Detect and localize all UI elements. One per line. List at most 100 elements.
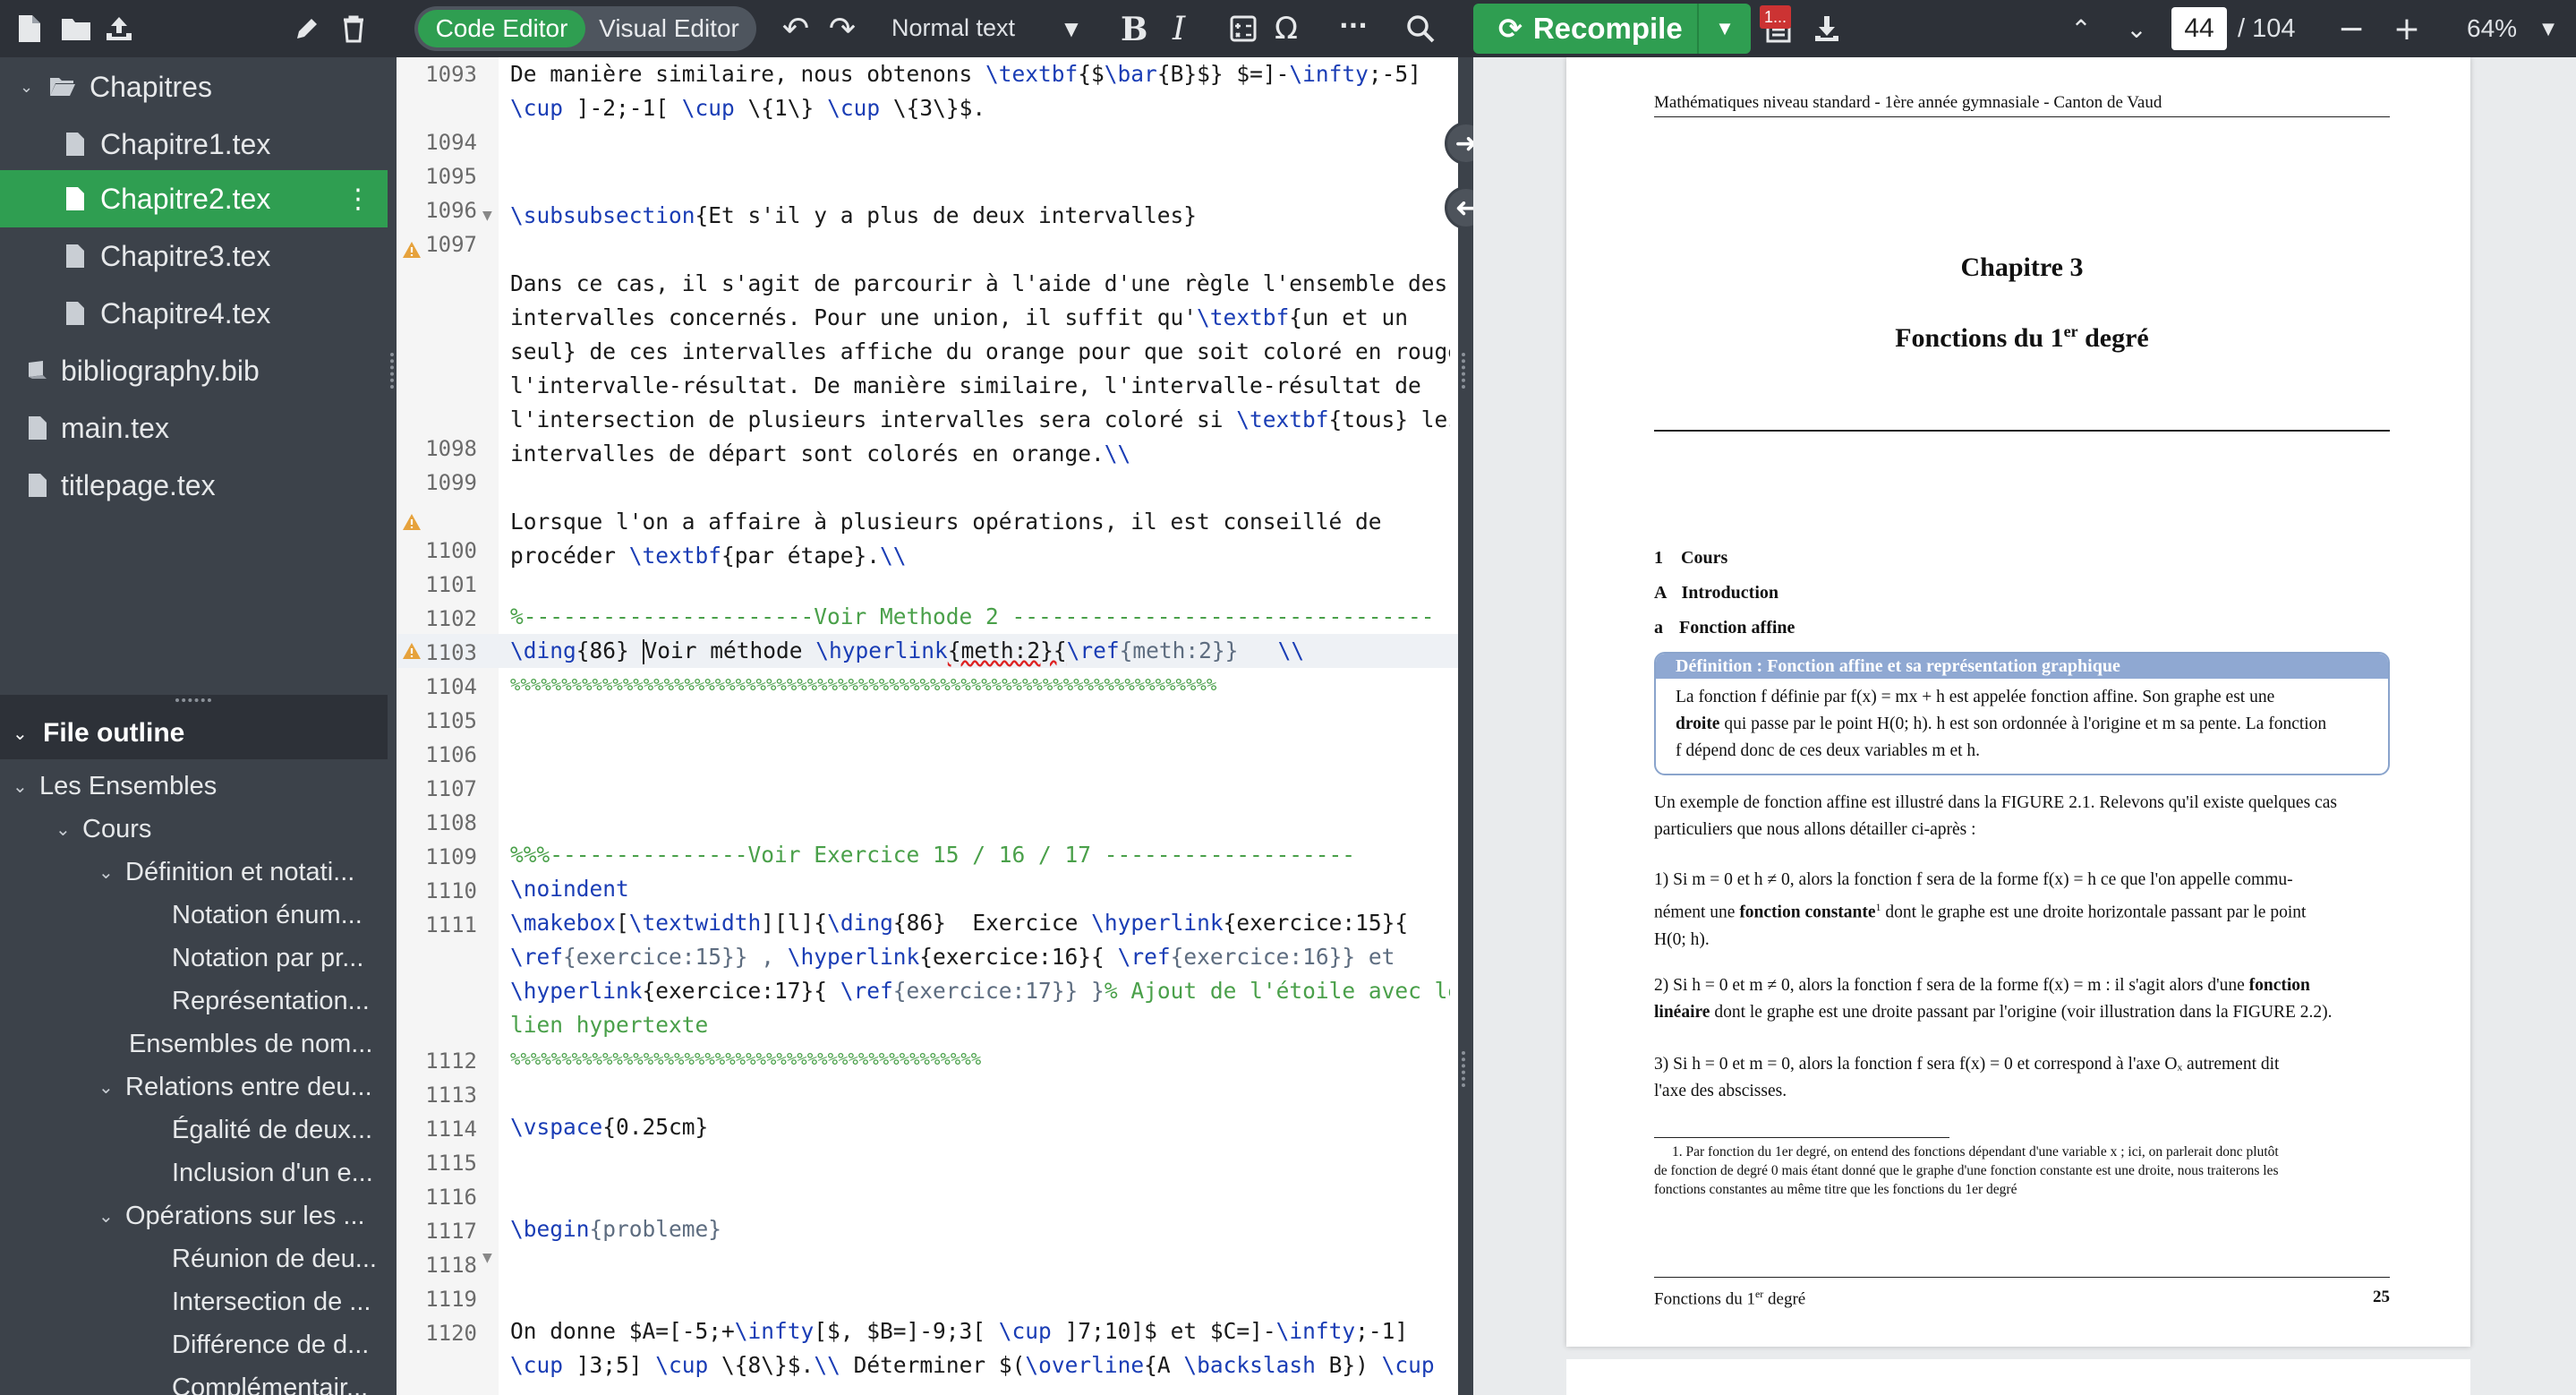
line-number: 1113 <box>425 1083 477 1108</box>
refresh-icon: ⟳ <box>1498 12 1523 46</box>
file-icon <box>57 301 93 326</box>
warning-icon[interactable] <box>402 634 422 668</box>
sidebar-resize-handle[interactable] <box>388 57 397 1395</box>
definition-box: Définition : Fonction affine et sa repré… <box>1654 652 2390 775</box>
warning-icon[interactable] <box>402 233 422 267</box>
paragraph: 1) Si m = 0 et h ≠ 0, alors la fonction … <box>1654 870 2307 949</box>
line-number: 1118 <box>425 1253 477 1278</box>
outline-item[interactable]: Représentation... <box>172 980 370 1023</box>
line-number <box>397 329 477 364</box>
folder-open-icon <box>45 76 81 98</box>
outline-item[interactable]: Notation par pr... <box>172 937 363 980</box>
code-line: \hyperlink{exercice:17}{ \ref{exercice:1… <box>510 978 1450 1004</box>
chapter-title: Fonctions du 1er degré <box>1895 322 2149 353</box>
search-icon[interactable] <box>1396 0 1445 57</box>
zoom-out-icon[interactable]: − <box>2327 0 2376 57</box>
subsection-heading: A Introduction <box>1654 583 1778 603</box>
warning-icon[interactable] <box>402 505 422 539</box>
file-main[interactable]: main.tex <box>0 399 388 457</box>
header-rule <box>1654 116 2390 117</box>
file-chapitre4[interactable]: Chapitre4.tex <box>0 285 388 342</box>
code-line: Dans ce cas, il s'agit de parcourir à l'… <box>510 270 1448 296</box>
code-editor-tab[interactable]: Code Editor <box>418 10 585 47</box>
file-chapitre3[interactable]: Chapitre3.tex <box>0 227 388 285</box>
folder-chapitres[interactable]: ⌄ Chapitres <box>0 58 388 116</box>
chevron-down-icon[interactable]: ⌄ <box>13 723 43 744</box>
previous-page-icon[interactable]: ⌃ <box>2057 0 2105 57</box>
code-editor[interactable]: 1093 1094 1095 1096 1097 1098 1099 1100 1101 1102… <box>397 57 1458 1395</box>
fold-arrow-icon[interactable]: ▼ <box>482 199 492 233</box>
file-tree: ⌄ Chapitres Chapitre1.tex Chapitre2.tex … <box>0 57 388 695</box>
file-outline-header[interactable]: ⌄ File outline <box>0 707 388 759</box>
line-number: 1102 <box>425 606 477 631</box>
line-number: 1104 <box>425 674 477 699</box>
code-line: \begin{probleme} <box>510 1216 722 1242</box>
next-page-icon[interactable]: ⌄ <box>2112 0 2161 57</box>
outline-item[interactable]: ⌄ Cours <box>55 808 151 851</box>
file-titlepage[interactable]: titlepage.tex <box>0 457 388 514</box>
line-number: 1101 <box>425 572 477 597</box>
code-line: Lorsque l'on a affaire à plusieurs opéra… <box>510 509 1382 535</box>
code-line: lien hypertexte <box>510 1012 709 1038</box>
rename-pencil-icon[interactable] <box>283 0 331 57</box>
text-style-select[interactable]: Normal text <box>891 14 1015 42</box>
panel-resize-handle[interactable] <box>0 695 388 707</box>
recompile-button[interactable]: ⟳ Recompile ▼ <box>1473 4 1751 54</box>
outline-item[interactable]: Ensembles de nom... <box>129 1023 372 1066</box>
insert-math-icon[interactable] <box>1219 0 1267 57</box>
fold-arrow-icon[interactable]: ▼ <box>482 1241 492 1275</box>
file-menu-kebab-icon[interactable]: ⋮ <box>345 184 371 215</box>
definition-line: f dépend donc de ces deux variables m et… <box>1676 741 1981 760</box>
bold-button[interactable]: B <box>1121 11 1147 48</box>
chevron-down-icon[interactable]: ▼ <box>1047 0 1096 57</box>
outline-item[interactable]: ⌄ Les Ensembles <box>13 765 217 808</box>
outline-item[interactable]: ⌄ Définition et notati... <box>98 851 354 894</box>
upload-icon[interactable] <box>95 0 143 57</box>
file-chapitre2[interactable]: Chapitre2.tex ⋮ <box>0 170 388 227</box>
redo-icon[interactable]: ↷ <box>818 0 866 57</box>
line-number: 1112 <box>425 1048 477 1074</box>
new-folder-icon[interactable] <box>52 0 100 57</box>
outline-item[interactable]: Inclusion d'un e... <box>172 1151 373 1194</box>
zoom-chevron-down-icon[interactable]: ▼ <box>2524 0 2572 57</box>
outline-item[interactable]: Égalité de deux... <box>172 1108 372 1151</box>
paragraph: 2) Si h = 0 et m ≠ 0, alors la fonction … <box>1654 976 2333 1022</box>
code-line: \cup ]3;5] \cup \{8\}$.\\ Déterminer $(\… <box>510 1352 1435 1378</box>
chevron-down-icon[interactable]: ⌄ <box>20 78 45 97</box>
definition-line: La fonction f définie par f(x) = mx + h … <box>1676 688 2275 706</box>
outline-item[interactable]: Réunion de deu... <box>172 1237 377 1280</box>
code-line: intervalles concernés. Pour une union, i… <box>510 304 1409 330</box>
outline-item[interactable]: Intersection de ... <box>172 1280 371 1323</box>
subsubsection-heading: a Fonction affine <box>1654 618 1796 638</box>
pdf-preview[interactable]: Mathématiques niveau standard - 1ère ann… <box>1473 57 2576 1395</box>
code-line: %%%%%%%%%%%%%%%%%%%%%%%%%%%%%%%%%%%%%%%%… <box>510 1049 982 1069</box>
page-number: 25 <box>2373 1288 2390 1306</box>
page-number-input[interactable]: 44 <box>2171 7 2227 50</box>
outline-item[interactable]: Différence de d... <box>172 1323 369 1366</box>
line-number <box>397 398 477 432</box>
delete-trash-icon[interactable] <box>329 0 378 57</box>
outline-item[interactable]: ⌄ Opérations sur les ... <box>98 1194 365 1237</box>
file-bibliography[interactable]: bibliography.bib <box>0 342 388 399</box>
zoom-in-icon[interactable]: + <box>2383 0 2431 57</box>
line-number <box>397 295 477 329</box>
editor-mode-switch: Code Editor Visual Editor <box>414 6 756 51</box>
editor-pdf-divider[interactable] <box>1458 57 1473 1395</box>
recompile-options-dropdown[interactable]: ▼ <box>1697 4 1751 54</box>
new-file-icon[interactable] <box>5 0 54 57</box>
footnote: 1. Par fonction du 1er degré, on entend … <box>1654 1144 2279 1197</box>
file-icon <box>57 186 93 211</box>
insert-symbol-button[interactable]: Ω <box>1275 11 1298 47</box>
download-pdf-icon[interactable] <box>1803 0 1851 57</box>
zoom-level-select[interactable]: 64% <box>2467 14 2517 43</box>
file-icon <box>57 244 93 269</box>
outline-item[interactable]: Complémentair... <box>172 1366 368 1395</box>
italic-button[interactable]: I <box>1173 11 1185 47</box>
outline-item[interactable]: ⌄ Relations entre deu... <box>98 1066 372 1108</box>
file-chapitre1[interactable]: Chapitre1.tex <box>0 116 388 173</box>
visual-editor-tab[interactable]: Visual Editor <box>585 10 753 47</box>
more-options-button[interactable]: ··· <box>1339 11 1368 40</box>
outline-item[interactable]: Notation énum... <box>172 894 363 937</box>
line-number <box>397 91 477 125</box>
undo-icon[interactable]: ↶ <box>772 0 820 57</box>
